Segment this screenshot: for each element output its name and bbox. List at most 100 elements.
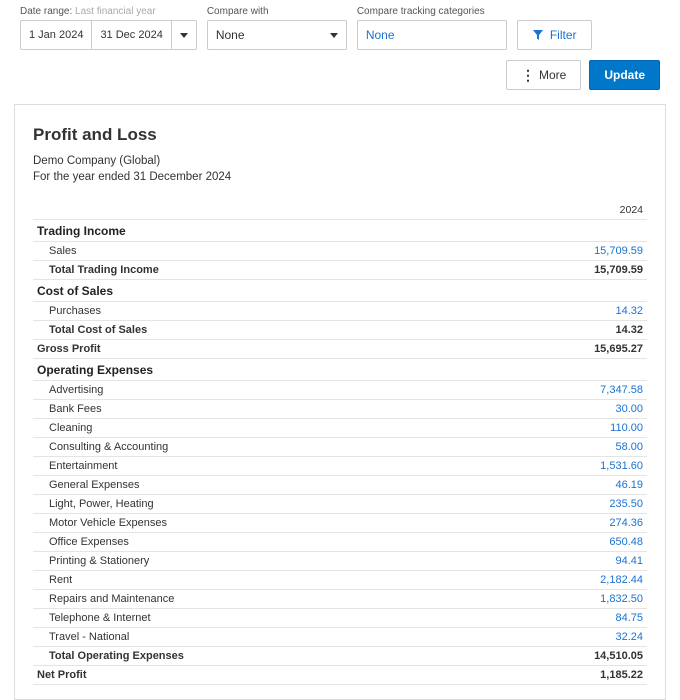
value-link[interactable]: 650.48: [609, 536, 643, 548]
table-row: Printing & Stationery 94.41: [33, 552, 647, 571]
table-row: Purchases 14.32: [33, 302, 647, 321]
row-value: 1,185.22: [557, 666, 647, 685]
row-name: Total Trading Income: [33, 261, 557, 280]
row-value[interactable]: 1,832.50: [557, 590, 647, 609]
filter-button[interactable]: Filter: [517, 20, 592, 50]
compare-with-select[interactable]: None: [207, 20, 347, 50]
row-name: Light, Power, Heating: [33, 495, 557, 514]
report-toolbar: Date range: Last financial year 1 Jan 20…: [0, 0, 680, 60]
row-name: Advertising: [33, 381, 557, 400]
report-period: For the year ended 31 December 2024: [33, 171, 647, 183]
value-link[interactable]: 235.50: [609, 498, 643, 510]
compare-tracking-label: Compare tracking categories: [357, 6, 507, 17]
compare-with-value: None: [216, 28, 245, 42]
row-value[interactable]: 46.19: [557, 476, 647, 495]
row-value[interactable]: 2,182.44: [557, 571, 647, 590]
value-link[interactable]: 274.36: [609, 517, 643, 529]
value-link[interactable]: 46.19: [615, 479, 643, 491]
section-heading: Trading Income: [33, 220, 647, 242]
row-value[interactable]: 58.00: [557, 438, 647, 457]
value-link[interactable]: 15,709.59: [594, 245, 643, 257]
value-link[interactable]: 32.24: [615, 631, 643, 643]
section-heading: Operating Expenses: [33, 359, 647, 381]
row-name: Total Cost of Sales: [33, 321, 557, 340]
row-value[interactable]: 15,709.59: [557, 242, 647, 261]
more-button[interactable]: ⋮ More: [506, 60, 581, 90]
table-row: Total Trading Income15,709.59: [33, 261, 647, 280]
row-name: Purchases: [33, 302, 557, 321]
value-link[interactable]: 94.41: [615, 555, 643, 567]
value-link[interactable]: 84.75: [615, 612, 643, 624]
section-heading: Cost of Sales: [33, 280, 647, 302]
update-button[interactable]: Update: [589, 60, 660, 90]
report-company: Demo Company (Global): [33, 155, 647, 167]
row-value: 14.32: [557, 321, 647, 340]
table-row: Advertising 7,347.58: [33, 381, 647, 400]
value-link[interactable]: 1,832.50: [600, 593, 643, 605]
value-link[interactable]: 30.00: [615, 403, 643, 415]
row-value: 15,709.59: [557, 261, 647, 280]
value-link[interactable]: 2,182.44: [600, 574, 643, 586]
value-link[interactable]: 110.00: [610, 422, 643, 434]
more-label: More: [539, 68, 566, 82]
value-link[interactable]: 58.00: [615, 441, 643, 453]
chevron-down-icon: [180, 33, 188, 38]
row-name: Gross Profit: [33, 340, 557, 359]
row-value[interactable]: 32.24: [557, 628, 647, 647]
row-value[interactable]: 650.48: [557, 533, 647, 552]
value-link[interactable]: 7,347.58: [600, 384, 643, 396]
row-name: Telephone & Internet: [33, 609, 557, 628]
profit-loss-table: 2024 Trading IncomeSales15,709.59Total T…: [33, 201, 647, 685]
table-row: Repairs and Maintenance 1,832.50: [33, 590, 647, 609]
filter-group: Filter: [517, 6, 592, 50]
report-actions: ⋮ More Update: [0, 60, 680, 104]
row-name: Motor Vehicle Expenses: [33, 514, 557, 533]
row-value[interactable]: 14.32: [557, 302, 647, 321]
table-row: Rent 2,182.44: [33, 571, 647, 590]
compare-tracking-select[interactable]: None: [357, 20, 507, 50]
row-value[interactable]: 1,531.60: [557, 457, 647, 476]
value-link[interactable]: 14.32: [615, 305, 643, 317]
row-name: Travel - National: [33, 628, 557, 647]
date-from[interactable]: 1 Jan 2024: [21, 20, 92, 50]
row-value[interactable]: 84.75: [557, 609, 647, 628]
table-row: Gross Profit15,695.27: [33, 340, 647, 359]
row-value[interactable]: 94.41: [557, 552, 647, 571]
row-value[interactable]: 274.36: [557, 514, 647, 533]
row-name: Net Profit: [33, 666, 557, 685]
row-name: Office Expenses: [33, 533, 557, 552]
row-value[interactable]: 7,347.58: [557, 381, 647, 400]
row-name: Printing & Stationery: [33, 552, 557, 571]
date-range-picker[interactable]: 1 Jan 2024 31 Dec 2024: [20, 20, 197, 50]
table-row: Consulting & Accounting58.00: [33, 438, 647, 457]
row-name: Rent: [33, 571, 557, 590]
row-value: 15,695.27: [557, 340, 647, 359]
table-row: Total Operating Expenses14,510.05: [33, 647, 647, 666]
row-value[interactable]: 30.00: [557, 400, 647, 419]
compare-with-label: Compare with: [207, 6, 347, 17]
compare-tracking-value: None: [366, 28, 395, 42]
table-row: Cleaning 110.00: [33, 419, 647, 438]
row-name: General Expenses: [33, 476, 557, 495]
date-range-label: Date range: Last financial year: [20, 6, 197, 17]
table-row: Net Profit1,185.22: [33, 666, 647, 685]
row-name: Entertainment: [33, 457, 557, 476]
table-row: Sales 15,709.59: [33, 242, 647, 261]
date-range-caret[interactable]: [172, 33, 196, 38]
chevron-down-icon: [330, 33, 338, 38]
compare-tracking-group: Compare tracking categories None: [357, 6, 507, 50]
row-value[interactable]: 110.00: [557, 419, 647, 438]
date-range-group: Date range: Last financial year 1 Jan 20…: [20, 6, 197, 50]
table-row: General Expenses 46.19: [33, 476, 647, 495]
row-value[interactable]: 235.50: [557, 495, 647, 514]
row-name: Sales: [33, 242, 557, 261]
row-name: Cleaning: [33, 419, 557, 438]
table-row: Entertainment 1,531.60: [33, 457, 647, 476]
update-label: Update: [604, 68, 645, 82]
row-value: 14,510.05: [557, 647, 647, 666]
value-link[interactable]: 1,531.60: [600, 460, 643, 472]
date-to[interactable]: 31 Dec 2024: [92, 20, 171, 50]
table-row: Motor Vehicle Expenses 274.36: [33, 514, 647, 533]
row-name: Repairs and Maintenance: [33, 590, 557, 609]
row-name: Bank Fees: [33, 400, 557, 419]
